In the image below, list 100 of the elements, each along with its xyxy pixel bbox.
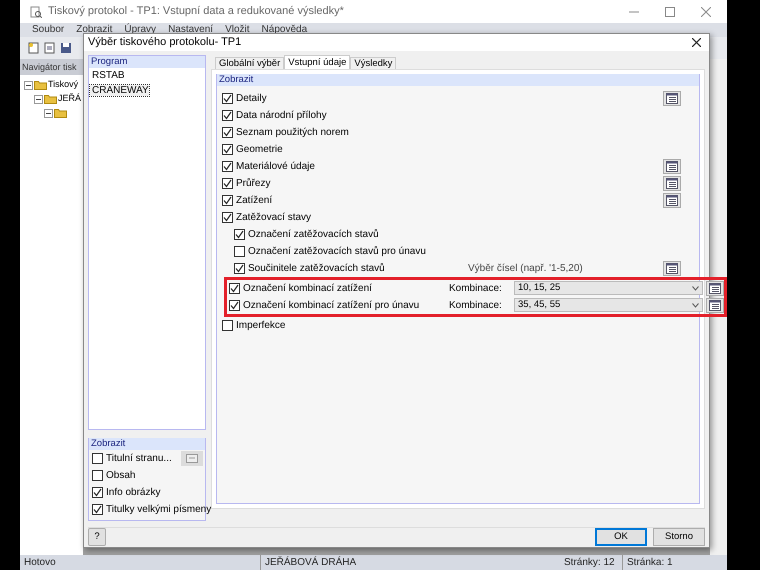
settings-button[interactable]: [181, 450, 203, 466]
close-icon[interactable]: [692, 38, 701, 47]
window-icon: [186, 454, 198, 462]
tab[interactable]: Vstupní údaje: [284, 54, 350, 68]
list-button[interactable]: [663, 192, 681, 208]
checkbox-label: Průřezy: [236, 176, 270, 190]
folder-icon: [34, 80, 47, 90]
menu-item[interactable]: Nápověda: [262, 23, 308, 37]
save-icon[interactable]: [60, 42, 72, 54]
caret-icon: [692, 302, 699, 308]
new-document-icon[interactable]: [28, 42, 40, 54]
checkbox-label: Info obrázky: [106, 486, 160, 500]
field-value: 10, 15, 25: [518, 280, 560, 295]
checkbox-label: Materiálové údaje: [236, 160, 315, 174]
list-button[interactable]: [663, 158, 681, 174]
menu-item[interactable]: Zobrazit: [76, 23, 112, 37]
check-icon: [235, 264, 244, 272]
list-item[interactable]: RSTAB: [90, 70, 125, 80]
list-icon: [666, 160, 678, 172]
checkbox-label: Zatěžovací stavy: [236, 210, 312, 224]
checkbox-label: Označení zatěžovacích stavů: [248, 228, 379, 242]
checkbox[interactable]: [222, 212, 233, 222]
list-icon: [666, 92, 678, 104]
list-icon: [709, 282, 721, 294]
folder-icon: [54, 108, 67, 118]
dropdown-field[interactable]: 35, 45, 55: [514, 298, 703, 312]
checkbox[interactable]: [92, 452, 103, 464]
ok-button[interactable]: OK: [595, 528, 647, 546]
checkbox-label: Titulky velkými písmeny: [106, 502, 212, 516]
window-title: Tiskový protokol - TP1: Vstupní data a redukované výsledky*: [48, 4, 344, 20]
checkbox-label: Detaily: [236, 92, 267, 106]
group-header: Zobrazit: [89, 438, 205, 450]
status-text: Hotovo: [23, 556, 57, 570]
checkbox-label: Označení kombinací zatížení pro únavu: [243, 298, 420, 312]
list-button[interactable]: [706, 280, 724, 296]
checkbox-label: Součinitele zatěžovacích stavů: [248, 262, 385, 276]
group-header: Program: [89, 56, 205, 68]
collapse-icon[interactable]: [24, 80, 33, 90]
section-header: Zobrazit: [217, 74, 699, 86]
field-label: Kombinace:: [449, 282, 503, 296]
list-icon: [666, 262, 678, 274]
checkbox-label: Titulní stranu...: [106, 452, 172, 466]
caret-icon: [692, 286, 699, 290]
checkbox-label: Zatížení: [236, 194, 272, 208]
checkbox[interactable]: [92, 486, 103, 498]
status-text: Stránky: 12: [563, 556, 616, 570]
checkbox-label: Seznam použitých norem: [236, 126, 349, 140]
checkbox-label: Obsah: [106, 468, 136, 482]
list-button[interactable]: [663, 90, 681, 106]
field-label: Kombinace:: [449, 298, 503, 312]
checkbox[interactable]: [92, 470, 103, 480]
tab[interactable]: Výsledky: [350, 56, 396, 68]
menu-item[interactable]: Soubor: [32, 23, 64, 37]
folder-icon: [44, 94, 57, 104]
tree-item[interactable]: Tiskový: [48, 78, 78, 92]
list-icon: [666, 194, 678, 206]
list-button[interactable]: [706, 298, 724, 312]
checkbox[interactable]: [234, 262, 245, 274]
checkbox[interactable]: [222, 92, 233, 104]
checkbox-label: Označení kombinací zatížení: [243, 282, 372, 296]
list-button[interactable]: [663, 260, 681, 276]
document-icon[interactable]: [44, 42, 56, 54]
hint-text: Výběr čísel (např. '1-5,20): [468, 262, 584, 276]
checkbox[interactable]: [229, 300, 240, 310]
tab[interactable]: Globální výběr: [215, 56, 284, 68]
checkbox[interactable]: [222, 110, 233, 120]
checkbox-label: Data národní přílohy: [236, 108, 327, 122]
checkbox[interactable]: [234, 228, 245, 240]
cancel-button[interactable]: Storno: [653, 528, 705, 546]
checkbox[interactable]: [222, 194, 233, 206]
collapse-icon[interactable]: [34, 94, 43, 104]
checkbox[interactable]: [222, 178, 233, 188]
collapse-icon[interactable]: [44, 108, 53, 118]
checkbox[interactable]: [222, 126, 233, 138]
checkbox[interactable]: [234, 246, 245, 256]
list-item[interactable]: CRANEWAY: [90, 84, 149, 96]
checkbox-label: Geometrie: [236, 142, 283, 156]
help-button[interactable]: ?: [88, 528, 106, 546]
field-value: 35, 45, 55: [518, 298, 560, 312]
checkbox[interactable]: [222, 160, 233, 172]
checkbox-label: Označení zatěžovacích stavů pro únavu: [248, 244, 426, 258]
checkbox[interactable]: [222, 144, 233, 154]
list-icon: [666, 178, 678, 188]
status-text: JEŘÁBOVÁ DRÁHA: [260, 555, 560, 570]
status-text: Stránka: 1: [622, 555, 673, 570]
checkbox-label: Imperfekce: [236, 318, 286, 332]
menu-item[interactable]: Úpravy: [124, 23, 156, 37]
checkbox[interactable]: [92, 504, 103, 514]
menu-item[interactable]: Nastavení: [168, 23, 214, 37]
print-preview-icon: [30, 6, 42, 18]
list-icon: [709, 300, 721, 310]
dialog-title: Výběr tiskového protokolu- TP1: [88, 35, 242, 50]
list-button[interactable]: [663, 176, 681, 190]
checkbox[interactable]: [222, 320, 233, 330]
tree-item[interactable]: JEŘÁ: [58, 92, 82, 106]
maximize-icon[interactable]: [665, 6, 675, 16]
checkbox[interactable]: [229, 282, 240, 294]
menu-item[interactable]: Vložit: [225, 23, 250, 37]
panel-title: Navigátor tisk: [20, 59, 83, 75]
dropdown-field[interactable]: 10, 15, 25: [514, 281, 703, 295]
